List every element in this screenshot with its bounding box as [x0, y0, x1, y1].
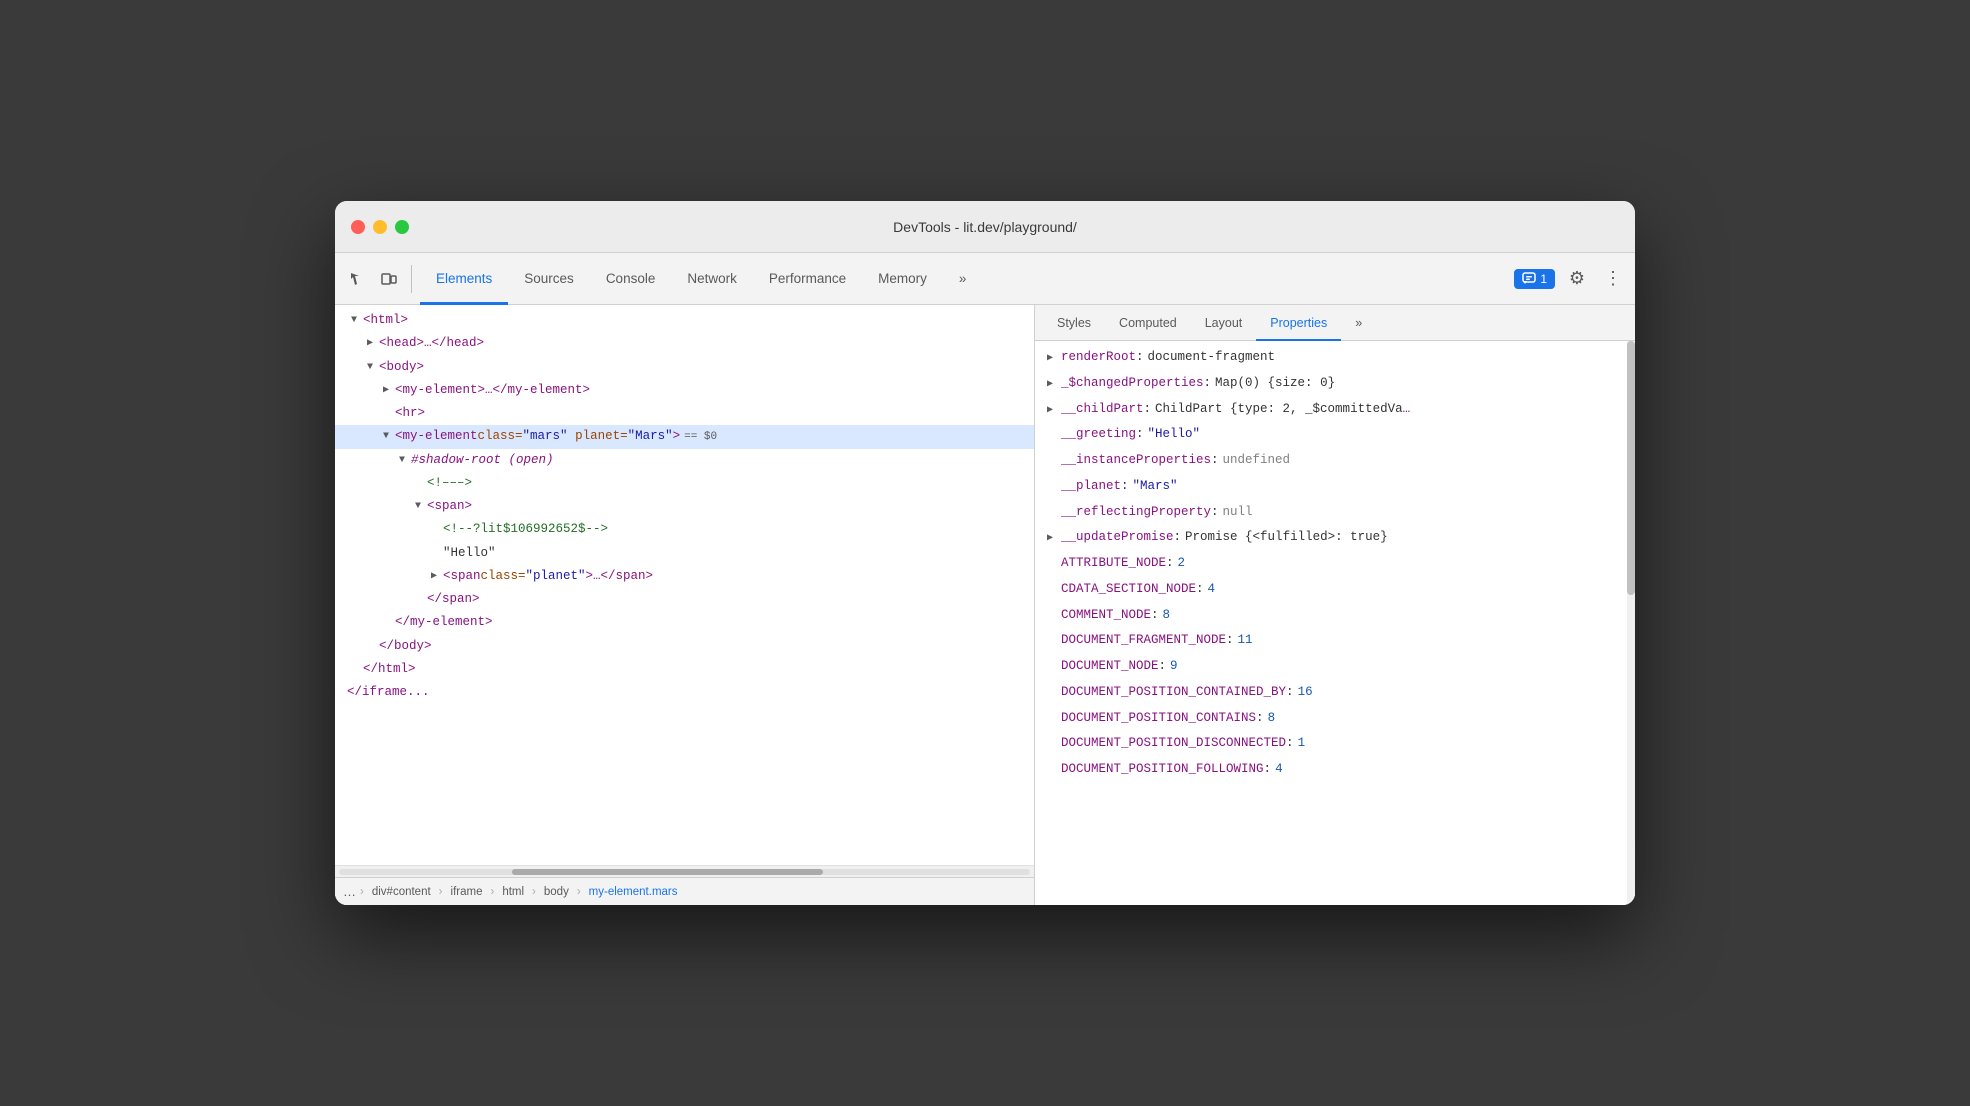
tree-comment-1[interactable]: <!–––> — [335, 472, 1034, 495]
prop-document-fragment-node[interactable]: DOCUMENT_FRAGMENT_NODE : 11 — [1035, 628, 1627, 654]
panel-tab-layout[interactable]: Layout — [1191, 305, 1257, 341]
tab-memory[interactable]: Memory — [862, 253, 943, 305]
tree-hello-text[interactable]: "Hello" — [335, 542, 1034, 565]
prop-render-root[interactable]: ▶ renderRoot : document-fragment — [1035, 345, 1627, 371]
tree-lit-comment[interactable]: <!--?lit$106992652$--> — [335, 518, 1034, 541]
chat-badge[interactable]: 1 — [1514, 269, 1555, 289]
minimize-button[interactable] — [373, 220, 387, 234]
settings-button[interactable]: ⚙ — [1563, 265, 1591, 293]
prop-comment-node[interactable]: COMMENT_NODE : 8 — [1035, 603, 1627, 629]
panel-tab-styles[interactable]: Styles — [1043, 305, 1105, 341]
prop-update-promise[interactable]: ▶ __updatePromise : Promise {<fulfilled>… — [1035, 525, 1627, 551]
prop-instance-properties[interactable]: __instanceProperties : undefined — [1035, 448, 1627, 474]
traffic-lights — [351, 220, 409, 234]
prop-attribute-node[interactable]: ATTRIBUTE_NODE : 2 — [1035, 551, 1627, 577]
collapse-triangle[interactable]: ▶ — [431, 568, 443, 585]
tree-shadow-root[interactable]: ▼ #shadow-root (open) — [335, 449, 1034, 472]
main-content: ▼ <html> ▶ <head>…</head> ▼ <body> — [335, 305, 1635, 905]
tree-close-body[interactable]: </body> — [335, 635, 1034, 658]
tree-my-element-selected[interactable]: ▼ <my-element class="mars" planet="Mars"… — [335, 425, 1034, 448]
tree-body[interactable]: ▼ <body> — [335, 356, 1034, 379]
properties-panel: Styles Computed Layout Properties » — [1035, 305, 1635, 905]
tree-head[interactable]: ▶ <head>…</head> — [335, 332, 1034, 355]
breadcrumb-div-content[interactable]: div#content — [368, 885, 435, 899]
tab-network[interactable]: Network — [671, 253, 753, 305]
titlebar: DevTools - lit.dev/playground/ — [335, 201, 1635, 253]
properties-content: ▶ renderRoot : document-fragment ▶ _$cha… — [1035, 341, 1635, 905]
prop-greeting[interactable]: __greeting : "Hello" — [1035, 422, 1627, 448]
horizontal-scrollbar[interactable] — [335, 865, 1034, 877]
collapse-triangle[interactable]: ▶ — [367, 335, 379, 352]
breadcrumb-html[interactable]: html — [498, 885, 528, 899]
collapse-triangle[interactable]: ▼ — [367, 359, 379, 376]
main-toolbar: Elements Sources Console Network Perform… — [335, 253, 1635, 305]
breadcrumb-iframe[interactable]: iframe — [447, 885, 487, 899]
tree-hr[interactable]: <hr> — [335, 402, 1034, 425]
prop-reflecting-property[interactable]: __reflectingProperty : null — [1035, 500, 1627, 526]
prop-doc-position-disconnected[interactable]: DOCUMENT_POSITION_DISCONNECTED : 1 — [1035, 731, 1627, 757]
tree-span-planet[interactable]: ▶ <span class="planet">…</span> — [335, 565, 1034, 588]
tab-elements[interactable]: Elements — [420, 253, 508, 305]
breadcrumb-more[interactable]: … — [343, 884, 356, 899]
prop-doc-position-contained-by[interactable]: DOCUMENT_POSITION_CONTAINED_BY : 16 — [1035, 680, 1627, 706]
window-title: DevTools - lit.dev/playground/ — [893, 219, 1077, 235]
inspect-element-button[interactable] — [343, 265, 371, 293]
collapse-triangle[interactable]: ▶ — [383, 382, 395, 399]
tab-console[interactable]: Console — [590, 253, 672, 305]
breadcrumb-bar: … › div#content › iframe › html › body ›… — [335, 877, 1034, 905]
tree-my-element-1[interactable]: ▶ <my-element>…</my-element> — [335, 379, 1034, 402]
breadcrumb-body[interactable]: body — [540, 885, 573, 899]
vertical-scrollbar[interactable] — [1627, 341, 1635, 905]
tree-iframe-partial[interactable]: </iframe... — [335, 681, 1034, 704]
prop-planet[interactable]: __planet : "Mars" — [1035, 474, 1627, 500]
tab-performance[interactable]: Performance — [753, 253, 862, 305]
main-tabs: Elements Sources Console Network Perform… — [420, 253, 1514, 305]
collapse-triangle[interactable]: ▼ — [383, 428, 395, 445]
more-options-button[interactable]: ⋮ — [1599, 265, 1627, 293]
tree-close-span[interactable]: </span> — [335, 588, 1034, 611]
panel-tabs: Styles Computed Layout Properties » — [1035, 305, 1635, 341]
maximize-button[interactable] — [395, 220, 409, 234]
panel-tab-properties[interactable]: Properties — [1256, 305, 1341, 341]
properties-list[interactable]: ▶ renderRoot : document-fragment ▶ _$cha… — [1035, 341, 1627, 905]
toolbar-right: 1 ⚙ ⋮ — [1514, 265, 1627, 293]
tree-close-html[interactable]: </html> — [335, 658, 1034, 681]
toolbar-icons — [343, 265, 412, 293]
collapse-triangle[interactable]: ▼ — [399, 452, 411, 469]
breadcrumb-my-element[interactable]: my-element.mars — [585, 885, 682, 899]
tab-more[interactable]: » — [943, 253, 983, 305]
tree-html[interactable]: ▼ <html> — [335, 309, 1034, 332]
prop-changed-properties[interactable]: ▶ _$changedProperties : Map(0) {size: 0} — [1035, 371, 1627, 397]
prop-child-part[interactable]: ▶ __childPart : ChildPart {type: 2, _$co… — [1035, 397, 1627, 423]
prop-doc-position-contains[interactable]: DOCUMENT_POSITION_CONTAINS : 8 — [1035, 706, 1627, 732]
tree-span-1[interactable]: ▼ <span> — [335, 495, 1034, 518]
prop-doc-position-following[interactable]: DOCUMENT_POSITION_FOLLOWING : 4 — [1035, 757, 1627, 783]
prop-document-node[interactable]: DOCUMENT_NODE : 9 — [1035, 654, 1627, 680]
close-button[interactable] — [351, 220, 365, 234]
tab-sources[interactable]: Sources — [508, 253, 590, 305]
prop-cdata-section-node[interactable]: CDATA_SECTION_NODE : 4 — [1035, 577, 1627, 603]
panel-tab-more[interactable]: » — [1341, 305, 1376, 341]
devtools-container: Elements Sources Console Network Perform… — [335, 253, 1635, 905]
tree-close-my-element[interactable]: </my-element> — [335, 611, 1034, 634]
elements-tree[interactable]: ▼ <html> ▶ <head>…</head> ▼ <body> — [335, 305, 1034, 865]
devtools-window: DevTools - lit.dev/playground/ — [335, 201, 1635, 905]
device-toggle-button[interactable] — [375, 265, 403, 293]
elements-panel: ▼ <html> ▶ <head>…</head> ▼ <body> — [335, 305, 1035, 905]
collapse-triangle[interactable]: ▼ — [351, 312, 363, 329]
collapse-triangle[interactable]: ▼ — [415, 498, 427, 515]
panel-tab-computed[interactable]: Computed — [1105, 305, 1191, 341]
